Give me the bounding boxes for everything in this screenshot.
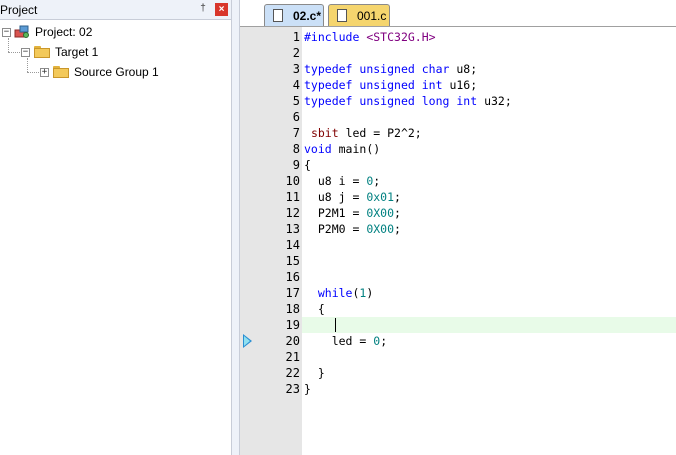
code-line[interactable]: 3 typedef unsigned char u8; (240, 61, 676, 77)
code-line[interactable]: 19 (240, 317, 676, 333)
line-number: 22 (285, 366, 300, 380)
code-text: } (304, 382, 311, 396)
code-line[interactable]: 15 (240, 253, 676, 269)
code-line[interactable]: 14 (240, 237, 676, 253)
code-line[interactable]: 23} (240, 381, 676, 397)
code-text: typedef unsigned long int u32; (304, 94, 512, 108)
code-line[interactable]: 21 (240, 349, 676, 365)
line-number: 15 (285, 254, 300, 268)
line-number: 16 (285, 270, 300, 284)
tree-label-project: Project: 02 (35, 25, 93, 39)
panel-splitter[interactable] (231, 0, 240, 455)
collapse-icon[interactable]: − (2, 27, 11, 37)
execution-arrow-icon[interactable] (243, 334, 252, 348)
text-caret (335, 318, 336, 332)
line-number: 20 (285, 334, 300, 348)
code-line[interactable]: 18 { (240, 301, 676, 317)
code-line[interactable]: 11 u8 j = 0x01; (240, 189, 676, 205)
line-number: 14 (285, 238, 300, 252)
line-number: 8 (292, 142, 300, 156)
project-panel-title: Project (0, 3, 38, 17)
code-line[interactable]: 22 } (240, 365, 676, 381)
code-line[interactable]: 6 (240, 109, 676, 125)
tree-item-target[interactable]: − Target 1 (21, 43, 98, 61)
line-number: 10 (285, 174, 300, 188)
code-text: u8 i = 0; (304, 174, 381, 188)
code-text: u8 j = 0x01; (304, 190, 401, 204)
code-line[interactable]: 1 #include <STC32G.H> (240, 29, 676, 45)
editor-tab-bar: 02.c* 001.c (240, 0, 676, 27)
code-text: } (304, 366, 325, 380)
line-number: 21 (285, 350, 300, 364)
line-number: 18 (285, 302, 300, 316)
line-number: 1 (292, 30, 300, 44)
code-text: #include <STC32G.H> (304, 30, 436, 44)
line-number: 2 (292, 46, 300, 60)
code-line[interactable]: 17 while(1) (240, 285, 676, 301)
code-line[interactable]: 9{ (240, 157, 676, 173)
collapse-icon[interactable]: − (21, 47, 30, 57)
pin-icon[interactable]: † (197, 3, 209, 15)
tree-item-source-group[interactable]: + Source Group 1 (40, 63, 159, 81)
line-number: 12 (285, 206, 300, 220)
code-text: P2M1 = 0X00; (304, 206, 401, 220)
code-line[interactable]: 7 sbit led = P2^2; (240, 125, 676, 141)
code-line[interactable]: 5 typedef unsigned long int u32; (240, 93, 676, 109)
code-line[interactable]: 10 u8 i = 0; (240, 173, 676, 189)
project-panel-header: Project † × (0, 0, 231, 20)
line-number: 6 (292, 110, 300, 124)
line-number: 19 (285, 318, 300, 332)
tree-label-source-group: Source Group 1 (74, 65, 159, 79)
tab-label: 001.c (357, 8, 387, 23)
code-text: typedef unsigned int u16; (304, 78, 478, 92)
code-line[interactable]: 12 P2M1 = 0X00; (240, 205, 676, 221)
code-text: void main() (304, 142, 381, 156)
tab-001-c[interactable]: 001.c (328, 4, 390, 26)
code-editor[interactable]: 1 #include <STC32G.H> 2 3 typedef unsigned c… (240, 27, 676, 455)
folder-icon (53, 66, 69, 78)
project-panel: Project † × − Project: 02 − Target 1 + S… (0, 0, 231, 455)
tab-label: 02.c* (293, 8, 322, 23)
line-number: 11 (285, 190, 300, 204)
line-number: 13 (285, 222, 300, 236)
code-text: { (304, 302, 325, 316)
code-text: led = 0; (304, 334, 388, 348)
code-line[interactable]: 16 (240, 269, 676, 285)
line-number: 7 (292, 126, 300, 140)
code-line[interactable]: 2 (240, 45, 676, 61)
code-line[interactable]: 20 led = 0; (240, 333, 676, 349)
tree-connector (27, 72, 39, 73)
code-text: sbit led = P2^2; (310, 126, 422, 140)
code-line[interactable]: 13 P2M0 = 0X00; (240, 221, 676, 237)
code-text: { (304, 158, 311, 172)
line-number: 17 (285, 286, 300, 300)
line-number: 3 (292, 62, 300, 76)
file-icon (273, 9, 283, 22)
tree-label-target: Target 1 (55, 45, 99, 59)
code-line[interactable]: 4 typedef unsigned int u16; (240, 77, 676, 93)
line-number: 23 (285, 382, 300, 396)
tab-02-c[interactable]: 02.c* (264, 4, 324, 26)
code-text: P2M0 = 0X00; (304, 222, 401, 236)
code-text: while(1) (317, 286, 374, 300)
code-text: typedef unsigned char u8; (304, 62, 478, 76)
code-line[interactable]: 8 void main() (240, 141, 676, 157)
line-number: 4 (292, 78, 300, 92)
tree-connector (8, 52, 20, 53)
file-icon (337, 9, 347, 22)
line-number: 5 (292, 94, 300, 108)
expand-icon[interactable]: + (40, 67, 49, 77)
close-panel-button[interactable]: × (215, 3, 228, 16)
line-number: 9 (292, 158, 300, 172)
tree-item-project[interactable]: − Project: 02 (2, 23, 92, 41)
project-icon (14, 25, 30, 39)
target-folder-icon (34, 46, 50, 58)
